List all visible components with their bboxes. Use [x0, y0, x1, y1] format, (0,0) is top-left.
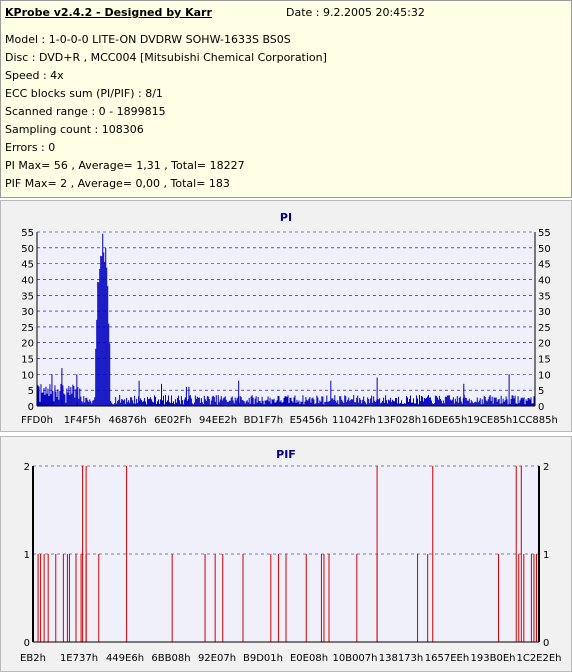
pi-chart: PI0 05 510 1015 1520 2025 2530 3035 3540 4045 4550…: [21, 211, 558, 426]
pif-chart: PIF 0 0 1 1 2 2 EB2h 1E737h 449E6h 6BB08h 92E07h B9D…: [20, 448, 561, 664]
pif-xtick: B9D01h: [243, 653, 283, 664]
pi-ytick-left: 15: [21, 355, 34, 366]
pi-plot-area: [37, 232, 535, 406]
pi-xtick: 46876h: [108, 415, 146, 426]
pif-xtick: 10B007h: [332, 653, 377, 664]
pi-xtick: 11042Fh: [332, 415, 376, 426]
pif-xtick: 449E6h: [106, 653, 144, 664]
pi-ytick-left: 0: [28, 402, 34, 413]
pi-xtick: E5456h: [290, 415, 328, 426]
pif-ytick-left: 1: [24, 550, 30, 561]
pi-xtick: FFD0h: [21, 415, 53, 426]
pi-ytick-right: 0: [538, 402, 544, 413]
info-sampling-count: Sampling count : 108306: [5, 123, 144, 136]
pi-ytick-left: 25: [21, 323, 34, 334]
pif-xtick: EB2h: [20, 653, 46, 664]
pi-xtick: 19CE85h: [467, 415, 512, 426]
pi-ytick-right: 40: [538, 275, 551, 286]
pi-xtick: 6E02Fh: [154, 415, 192, 426]
info-scanned-range: Scanned range : 0 - 1899815: [5, 105, 166, 118]
pi-xtick: BD1F7h: [244, 415, 283, 426]
pi-ytick-right: 55: [538, 228, 551, 239]
pi-ytick-right: 25: [538, 323, 551, 334]
pi-ytick-right: 15: [538, 355, 551, 366]
pif-xtick: 1657EEh: [425, 653, 469, 664]
info-pi-summary: PI Max= 56 , Average= 1,31 , Total= 1822…: [5, 159, 245, 172]
pi-ytick-left: 20: [21, 339, 34, 350]
pi-ytick-right: 5: [538, 386, 544, 397]
pi-ytick-right: 50: [538, 244, 551, 255]
pif-xtick: E0E08h: [290, 653, 328, 664]
pi-ytick-left: 55: [21, 228, 34, 239]
pif-chart-title: PIF: [276, 448, 296, 461]
pi-ytick-right: 45: [538, 260, 551, 271]
pi-xtick: 1CC885h: [512, 415, 558, 426]
pi-xtick: 1F4F5h: [64, 415, 101, 426]
pi-ytick-right: 35: [538, 291, 551, 302]
pi-ytick-right: 30: [538, 307, 551, 318]
pif-xtick: 92E07h: [198, 653, 236, 664]
pif-ytick-right: 0: [543, 638, 549, 649]
info-pif-summary: PIF Max= 2 , Average= 0,00 , Total= 183: [5, 177, 230, 190]
pif-ytick-left: 0: [24, 638, 30, 649]
pi-chart-panel: PI 0 0 5 5 10 10 15 15 20 20 25 25 30 30 35 35 40 40 45 45 50…: [0, 200, 572, 432]
scan-date: Date : 9.2.2005 20:45:32: [286, 6, 425, 19]
info-errors: Errors : 0: [5, 141, 56, 154]
pi-xtick: 13F028h: [377, 415, 421, 426]
pi-ytick-left: 10: [21, 370, 34, 381]
pif-xtick: 6BB08h: [151, 653, 190, 664]
pif-ytick-right: 2: [543, 462, 549, 473]
info-model: Model : 1-0-0-0 LITE-ON DVDRW SOHW-1633S…: [5, 33, 291, 46]
pi-ytick-left: 45: [21, 260, 34, 271]
info-disc: Disc : DVD+R , MCC004 [Mitsubishi Chemic…: [5, 51, 327, 64]
pif-xtick: 138173h: [379, 653, 424, 664]
pi-ytick-left: 40: [21, 275, 34, 286]
info-ecc-blocks: ECC blocks sum (PI/PIF) : 8/1: [5, 87, 163, 100]
pif-xtick: 1C2E2Eh: [516, 653, 561, 664]
pif-xtick: 193B0Eh: [471, 653, 516, 664]
pi-ytick-right: 10: [538, 370, 551, 381]
pi-chart-title: PI: [280, 211, 292, 224]
pi-ytick-left: 35: [21, 291, 34, 302]
pi-xtick: 94EE2h: [199, 415, 237, 426]
pi-ytick-left: 30: [21, 307, 34, 318]
pi-xtick: 16DE65h: [422, 415, 468, 426]
pif-ytick-right: 1: [543, 550, 549, 561]
pif-chart-panel: PIF 0 0 1 1 2 2 EB2h 1E737h 449E6h 6BB08h 92E07h B9D…: [0, 436, 572, 672]
app-title: KProbe v2.4.2 - Designed by Karr: [5, 6, 212, 19]
pif-ytick-left: 2: [24, 462, 30, 473]
pi-ytick-left: 50: [21, 244, 34, 255]
pi-ytick-left: 5: [28, 386, 34, 397]
info-panel: KProbe v2.4.2 - Designed by Karr Date : …: [0, 0, 572, 198]
pif-xtick: 1E737h: [60, 653, 98, 664]
info-speed: Speed : 4x: [5, 69, 64, 82]
pi-ytick-right: 20: [538, 339, 551, 350]
